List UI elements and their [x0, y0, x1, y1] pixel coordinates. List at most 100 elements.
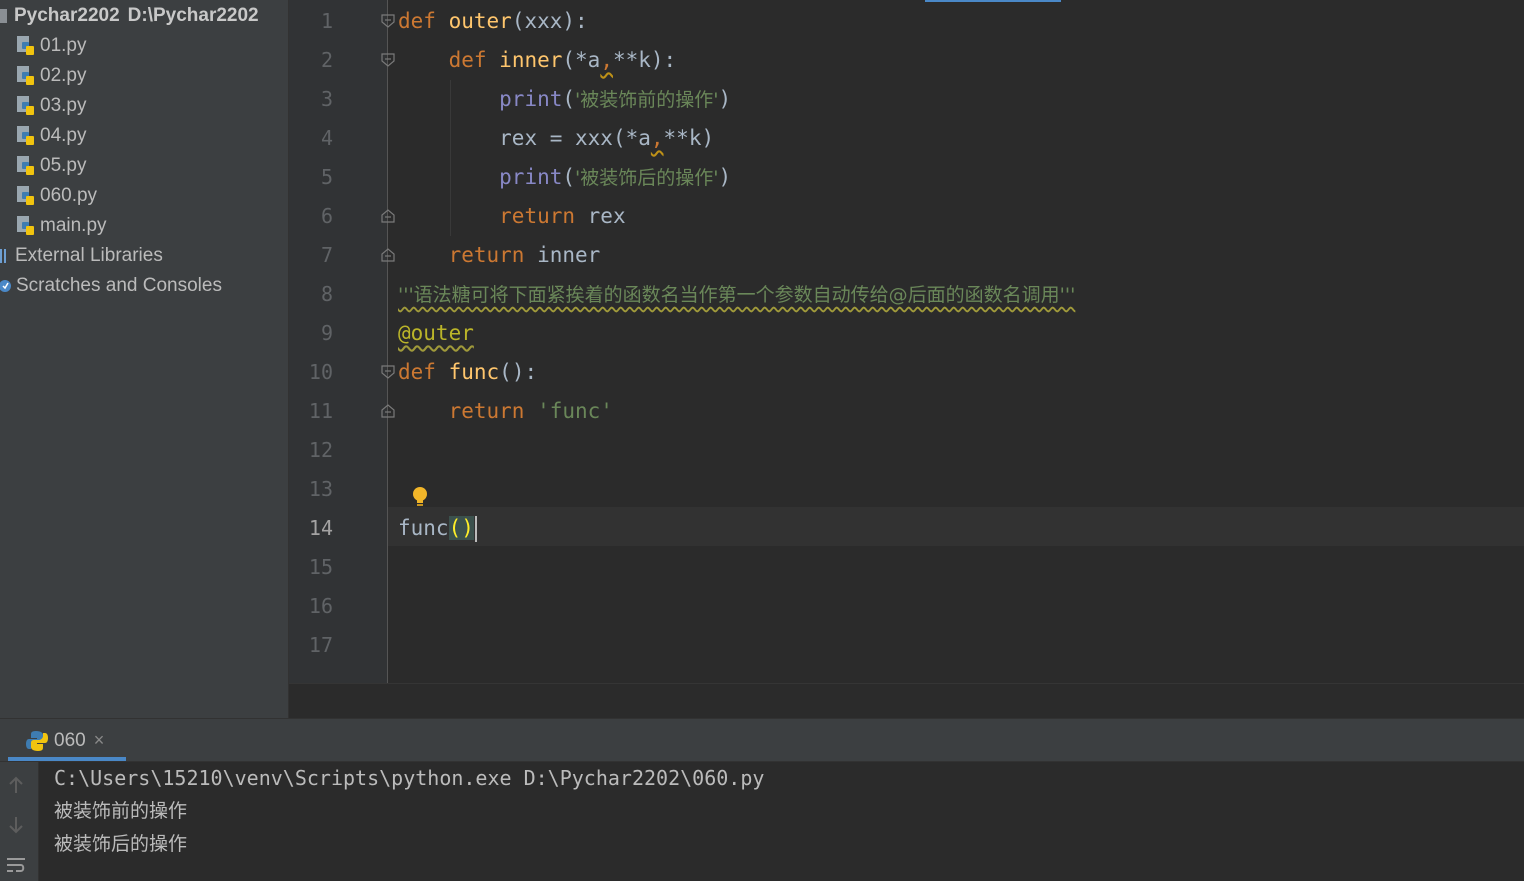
line-number[interactable]: 1 — [289, 2, 333, 41]
line-number-current[interactable]: 14 — [289, 509, 333, 548]
python-icon — [26, 730, 48, 751]
string-token: '被装饰后的操作' — [575, 167, 719, 189]
line-number[interactable]: 12 — [289, 431, 333, 470]
python-file-icon — [17, 36, 34, 55]
soft-wrap-icon[interactable] — [5, 854, 27, 876]
python-file-icon — [17, 96, 34, 115]
tree-item-file[interactable]: 04.py — [16, 121, 86, 151]
string-token: '被装饰前的操作' — [575, 89, 719, 111]
python-file-icon — [17, 66, 34, 85]
code-line-4[interactable]: rex = xxx(*a,**k) — [398, 119, 714, 158]
active-tab-indicator — [8, 757, 126, 761]
tree-item-file[interactable]: 060.py — [16, 181, 97, 211]
tree-item-project-root[interactable]: Pychar2202 D:\Pychar2202 — [0, 1, 259, 31]
identifier-token: func — [398, 516, 449, 540]
tree-item-file[interactable]: 03.py — [16, 91, 86, 121]
identifier-token: inner — [524, 243, 601, 267]
code-line-11[interactable]: return 'func' — [398, 392, 613, 431]
line-number[interactable]: 6 — [289, 197, 333, 236]
line-number[interactable]: 10 — [289, 353, 333, 392]
tree-item-file[interactable]: main.py — [16, 211, 107, 241]
comma-warning-token: , — [600, 48, 613, 72]
code-line-1[interactable]: def outer(xxx): — [398, 2, 588, 41]
run-tab-bar: 060 × — [0, 719, 1524, 762]
line-number[interactable]: 5 — [289, 158, 333, 197]
python-file-icon — [17, 186, 34, 205]
fold-marker-icon[interactable] — [381, 14, 395, 28]
paren-token: ) — [718, 165, 732, 189]
scratches-icon — [0, 280, 11, 292]
tree-item-file[interactable]: 02.py — [16, 61, 86, 91]
keyword-token: def — [398, 9, 436, 33]
identifier-token: rex — [575, 204, 626, 228]
code-line-9[interactable]: @outer — [398, 314, 474, 353]
python-file-icon — [17, 216, 34, 235]
decorator-token: @outer — [398, 321, 474, 345]
code-line-8[interactable]: '''语法糖可将下面紧挨着的函数名当作第一个参数自动传给@后面的函数名调用''' — [398, 275, 1075, 314]
arrow-up-icon[interactable] — [5, 774, 27, 796]
folder-icon — [0, 9, 7, 23]
line-number[interactable]: 8 — [289, 275, 333, 314]
file-label: 03.py — [40, 95, 87, 116]
project-name: Pychar2202 — [14, 5, 120, 26]
paren-token: ) — [718, 87, 732, 111]
fold-marker-icon[interactable] — [381, 365, 395, 379]
code-line-2[interactable]: def inner(*a,**k): — [398, 41, 677, 80]
python-file-icon — [17, 156, 34, 175]
line-number[interactable]: 17 — [289, 626, 333, 665]
string-token: 'func' — [524, 399, 613, 423]
line-number[interactable]: 11 — [289, 392, 333, 431]
line-number[interactable]: 13 — [289, 470, 333, 509]
tree-item-external-libraries[interactable]: External Libraries — [0, 241, 163, 271]
code-line-10[interactable]: def func(): — [398, 353, 537, 392]
arrow-down-icon[interactable] — [5, 814, 27, 836]
console-command-line[interactable]: C:\Users\15210\venv\Scripts\python.exe D… — [54, 762, 764, 795]
editor-scroll-marker — [925, 0, 1061, 2]
builtin-token: print — [499, 87, 563, 111]
line-number[interactable]: 2 — [289, 41, 333, 80]
comma-warning-token: , — [650, 126, 664, 150]
lightbulb-icon[interactable] — [411, 486, 429, 508]
fold-marker-icon[interactable] — [381, 53, 395, 67]
file-label: 04.py — [40, 125, 87, 146]
line-number[interactable]: 15 — [289, 548, 333, 587]
line-number[interactable]: 16 — [289, 587, 333, 626]
tree-item-file[interactable]: 01.py — [16, 31, 86, 61]
line-number[interactable]: 7 — [289, 236, 333, 275]
paren-token: ( — [562, 87, 576, 111]
file-label: 02.py — [40, 65, 87, 86]
function-name-token: func — [448, 360, 500, 384]
run-tab-060[interactable]: 060 × — [8, 719, 126, 761]
scratches-label: Scratches and Consoles — [16, 275, 222, 296]
paren-token: ( — [562, 165, 576, 189]
keyword-token: return — [499, 204, 576, 228]
line-number[interactable]: 9 — [289, 314, 333, 353]
text-caret — [474, 516, 477, 542]
keyword-token: return — [448, 399, 525, 423]
code-line-7[interactable]: return inner — [398, 236, 601, 275]
line-number[interactable]: 4 — [289, 119, 333, 158]
code-line-6[interactable]: return rex — [398, 197, 626, 236]
keyword-token: return — [448, 243, 525, 267]
code-line-3[interactable]: print('被装饰前的操作') — [398, 80, 731, 119]
project-path: D:\Pychar2202 — [127, 5, 259, 26]
code-line-5[interactable]: print('被装饰后的操作') — [398, 158, 731, 197]
project-tool-window: Pychar2202 D:\Pychar2202 01.py 02.py 03.p… — [0, 0, 289, 718]
fold-end-marker-icon[interactable] — [381, 209, 395, 223]
paren-token: **k) — [663, 126, 715, 150]
console-output-line[interactable]: 被装饰前的操作 — [54, 795, 187, 828]
code-line-14[interactable]: func() — [398, 509, 477, 548]
close-icon[interactable]: × — [94, 730, 105, 750]
console-output-line[interactable]: 被装饰后的操作 — [54, 828, 187, 861]
params-token: **k): — [612, 48, 677, 72]
params-token: (xxx): — [511, 9, 588, 33]
line-number[interactable]: 3 — [289, 80, 333, 119]
docstring-token: '''语法糖可将下面紧挨着的函数名当作第一个参数自动传给@后面的函数名调用''' — [398, 284, 1076, 306]
tree-item-file[interactable]: 05.py — [16, 151, 86, 181]
fold-end-marker-icon[interactable] — [381, 404, 395, 418]
keyword-token: def — [448, 48, 487, 72]
tree-item-scratches[interactable]: Scratches and Consoles — [0, 271, 222, 301]
function-name-token: inner — [499, 48, 563, 72]
run-tool-window: 060 × C:\Users\15210\venv\Scripts\python.… — [0, 718, 1524, 881]
fold-end-marker-icon[interactable] — [381, 248, 395, 262]
